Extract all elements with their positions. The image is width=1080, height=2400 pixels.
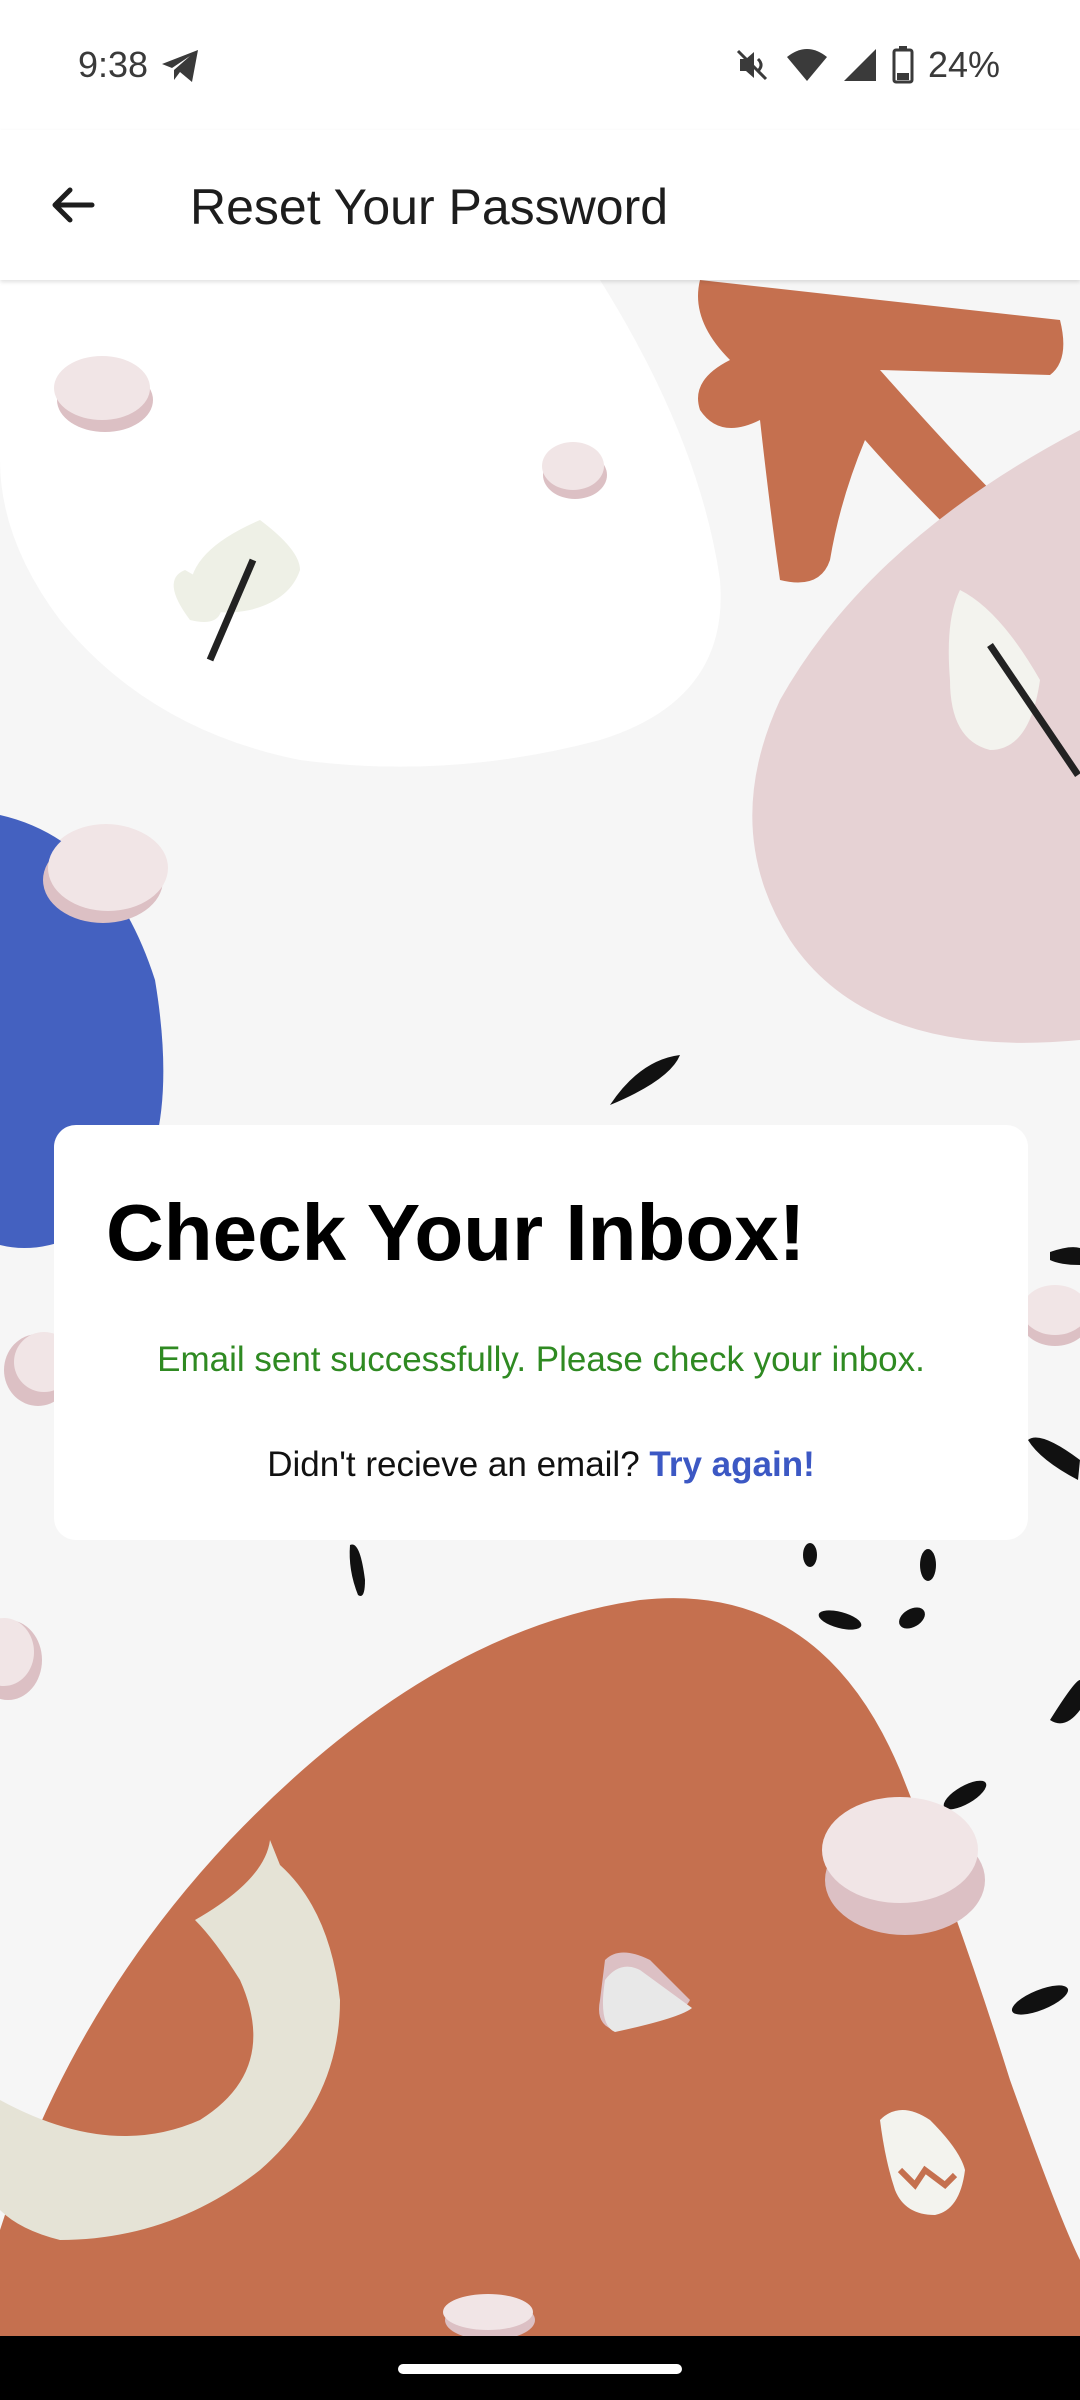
app-bar: Reset Your Password bbox=[0, 130, 1080, 280]
battery-percentage: 24% bbox=[927, 44, 1000, 85]
status-bar: 9:38 24% bbox=[0, 0, 1080, 130]
signal-icon bbox=[843, 49, 876, 81]
battery-icon bbox=[892, 46, 914, 84]
navigation-bar bbox=[0, 2336, 1080, 2400]
wifi-icon bbox=[786, 49, 827, 81]
status-icons: 24% bbox=[732, 40, 1000, 90]
home-gesture-handle[interactable] bbox=[398, 2364, 682, 2374]
retry-prompt: Didn't recieve an email? bbox=[267, 1445, 640, 1484]
retry-line: Didn't recieve an email? Try again! bbox=[54, 1445, 1028, 1485]
page-title: Reset Your Password bbox=[190, 179, 669, 235]
card-title: Check Your Inbox! bbox=[106, 1188, 806, 1277]
confirmation-card: Check Your Inbox! Email sent successfull… bbox=[54, 1125, 1028, 1540]
mute-icon bbox=[736, 49, 767, 81]
telegram-icon bbox=[162, 50, 198, 82]
status-time: 9:38 bbox=[78, 44, 149, 85]
arrow-back-icon[interactable] bbox=[44, 176, 102, 234]
success-message: Email sent successfully. Please check yo… bbox=[157, 1340, 925, 1379]
try-again-link[interactable]: Try again! bbox=[649, 1445, 814, 1484]
